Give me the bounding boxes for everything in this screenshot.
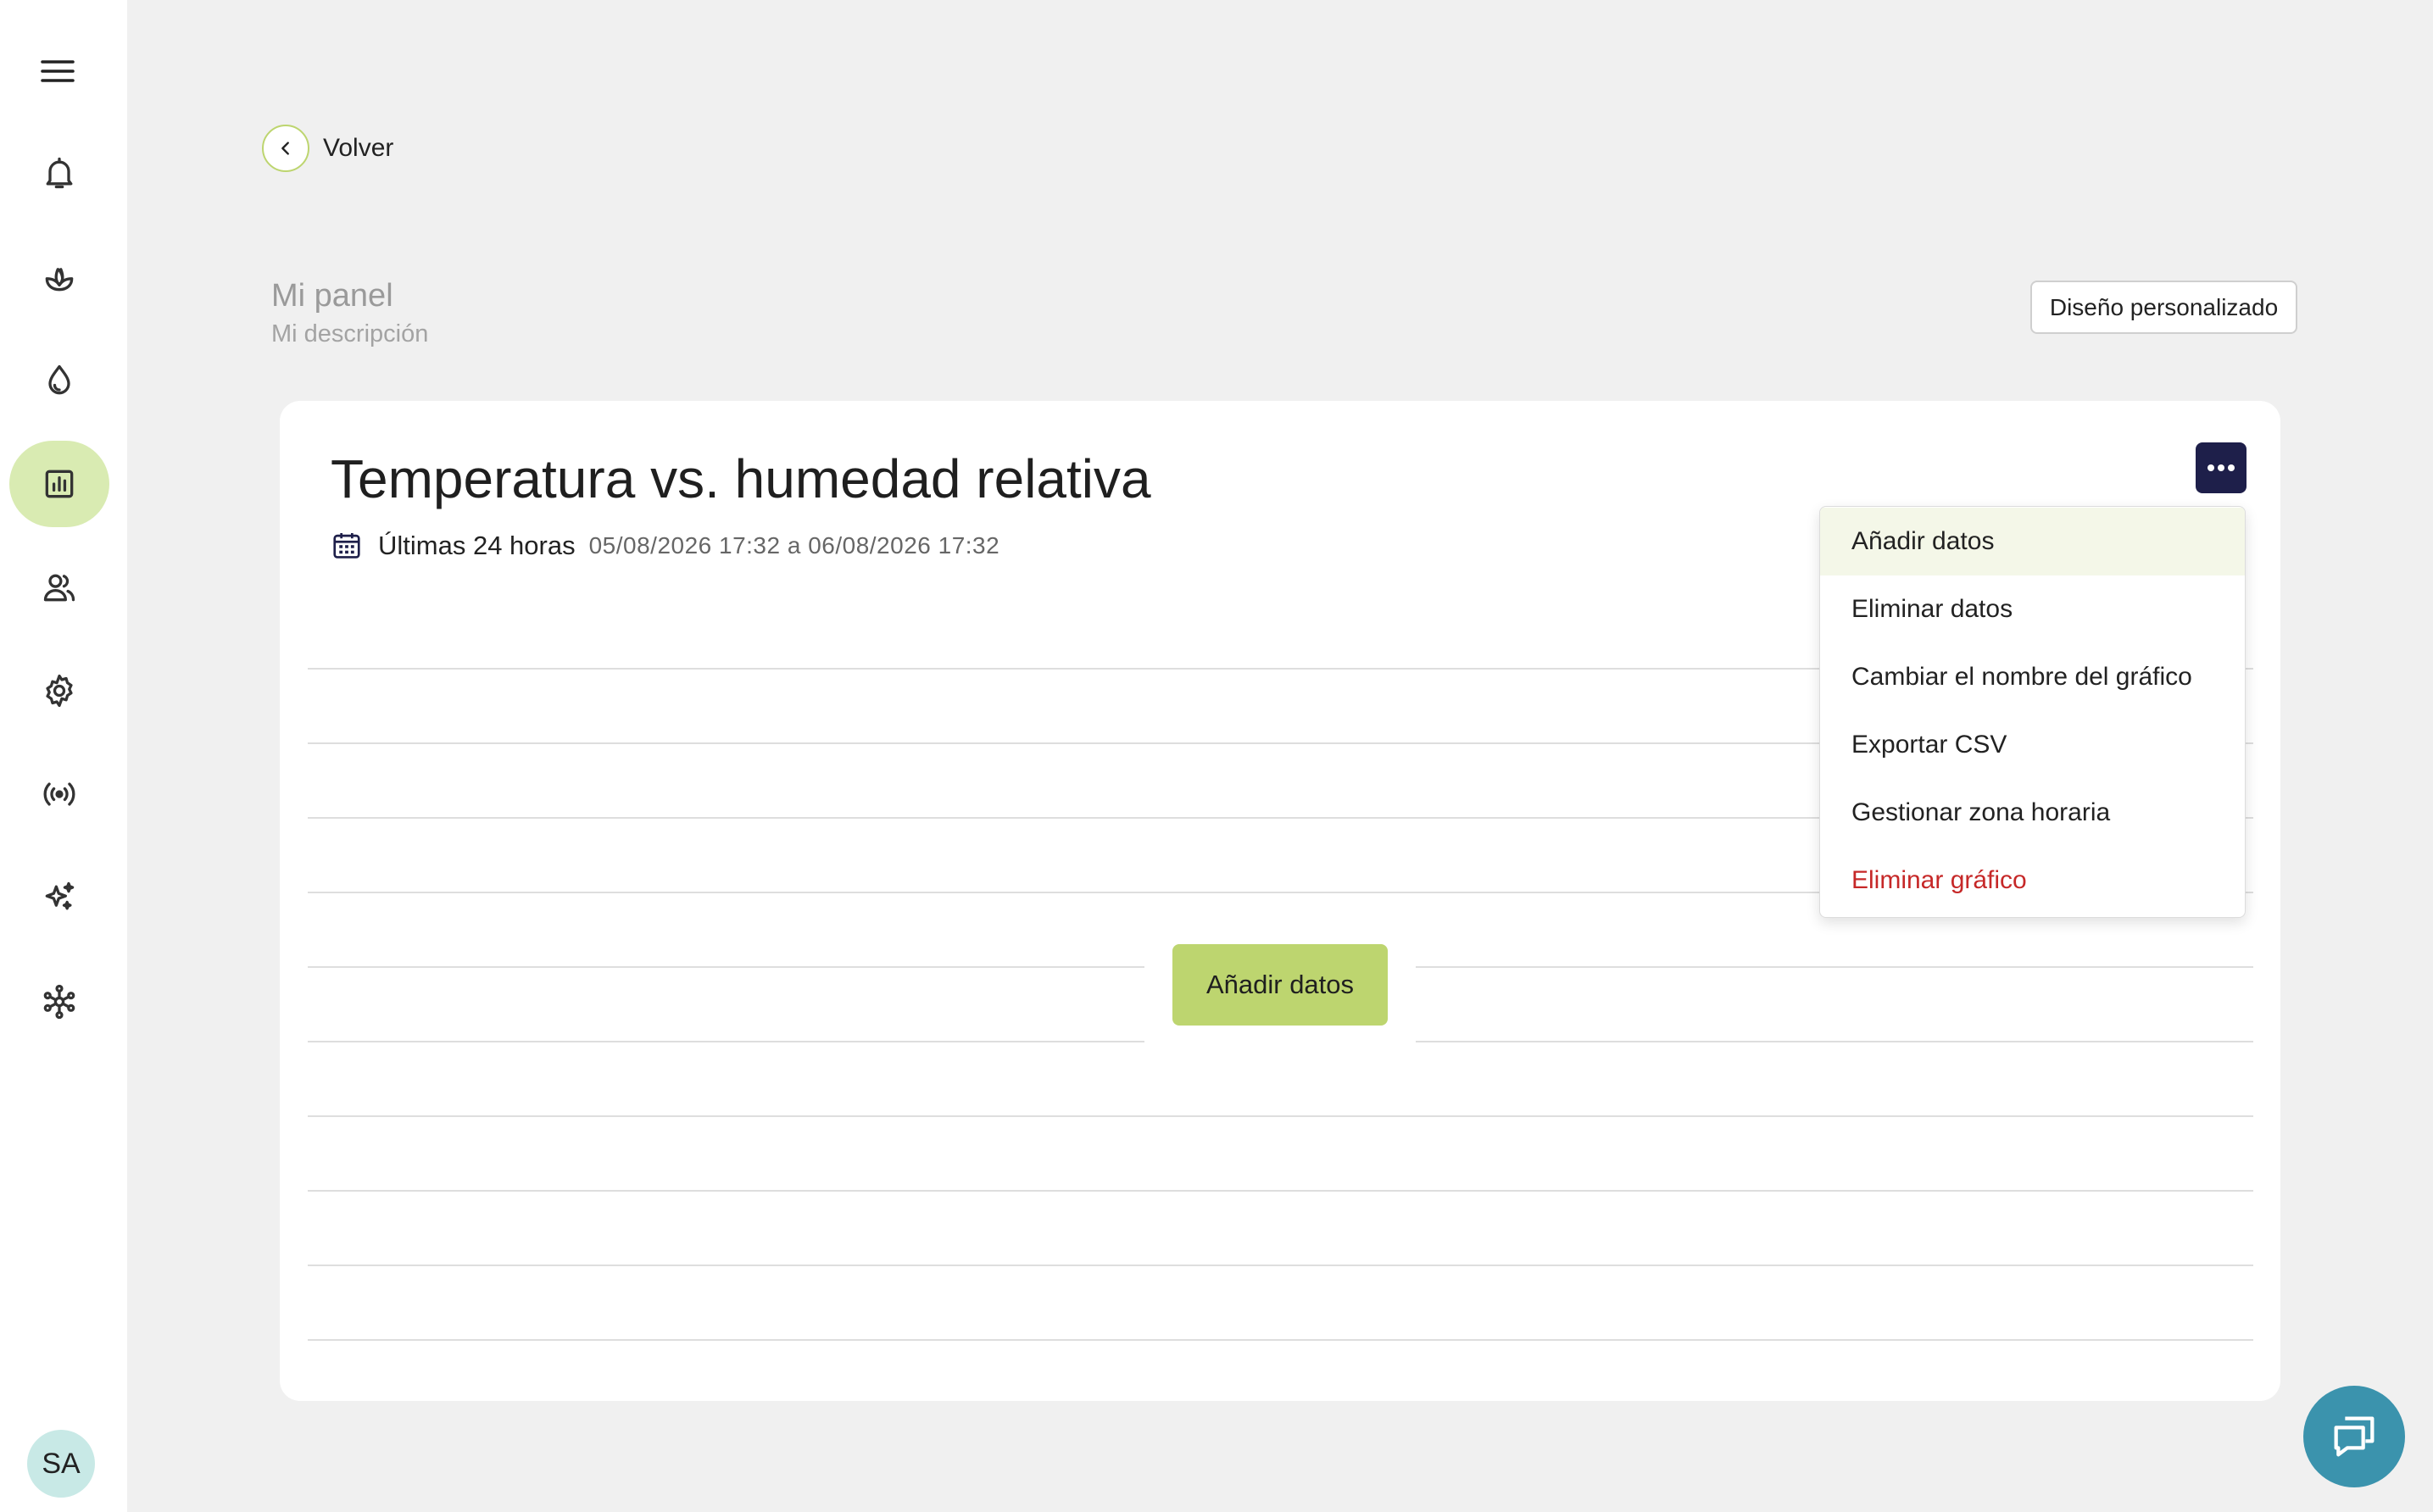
- chat-button[interactable]: [2303, 1386, 2405, 1487]
- users-icon: [43, 574, 75, 602]
- sidebar-item-devices[interactable]: [9, 751, 109, 837]
- custom-layout-button[interactable]: Diseño personalizado: [2030, 281, 2297, 334]
- sidebar-item-settings[interactable]: [9, 648, 109, 734]
- back-link[interactable]: Volver: [262, 125, 393, 172]
- grid-line: [308, 1265, 2253, 1266]
- sidebar-item-users[interactable]: [9, 544, 109, 631]
- menu-item-rename-chart[interactable]: Cambiar el nombre del gráfico: [1820, 643, 2245, 711]
- avatar[interactable]: SA: [27, 1430, 95, 1498]
- menu-item-remove-data[interactable]: Eliminar datos: [1820, 575, 2245, 643]
- date-range[interactable]: Últimas 24 horas 05/08/2026 17:32 a 06/0…: [331, 530, 999, 562]
- sidebar: SA: [0, 0, 127, 1512]
- grid-line: [308, 1190, 2253, 1192]
- chevron-left-icon: [262, 125, 309, 172]
- sidebar-item-crops[interactable]: [9, 234, 109, 320]
- sidebar-item-integrations[interactable]: [9, 959, 109, 1045]
- chart-options-menu: Añadir datos Eliminar datos Cambiar el n…: [1819, 506, 2246, 918]
- page-title: Mi panel: [271, 278, 393, 314]
- bell-icon: [46, 157, 73, 189]
- gear-icon: [46, 674, 73, 708]
- sidebar-item-irrigation[interactable]: [9, 337, 109, 424]
- broadcast-icon: [43, 782, 75, 806]
- page-description: Mi descripción: [271, 320, 429, 347]
- range-label: Últimas 24 horas: [378, 531, 576, 560]
- bar-chart-icon: [45, 470, 74, 498]
- sidebar-item-alerts[interactable]: [9, 130, 109, 216]
- water-drop-icon: [48, 364, 70, 395]
- grid-line: [308, 1115, 2253, 1117]
- menu-item-export-csv[interactable]: Exportar CSV: [1820, 711, 2245, 779]
- menu-item-add-data[interactable]: Añadir datos: [1820, 508, 2245, 575]
- menu-item-delete-chart[interactable]: Eliminar gráfico: [1820, 847, 2245, 914]
- range-dates: 05/08/2026 17:32 a 06/08/2026 17:32: [588, 532, 1000, 559]
- grid-line: [308, 1339, 2253, 1341]
- sparkles-icon: [45, 881, 75, 910]
- chat-icon: [2334, 1416, 2375, 1457]
- more-options-button[interactable]: [2196, 442, 2246, 493]
- plant-icon: [45, 268, 74, 292]
- sidebar-item-ai[interactable]: [9, 854, 109, 941]
- back-label: Volver: [323, 134, 394, 162]
- hamburger-menu-icon[interactable]: [34, 53, 81, 90]
- add-data-button[interactable]: Añadir datos: [1172, 944, 1388, 1026]
- sidebar-item-dashboards[interactable]: [9, 441, 109, 527]
- calendar-icon: [333, 532, 360, 559]
- chart-title: Temperatura vs. humedad relativa: [331, 448, 1151, 509]
- network-icon: [43, 984, 75, 1020]
- more-dots-icon: [2208, 464, 2214, 471]
- menu-item-manage-timezone[interactable]: Gestionar zona horaria: [1820, 779, 2245, 847]
